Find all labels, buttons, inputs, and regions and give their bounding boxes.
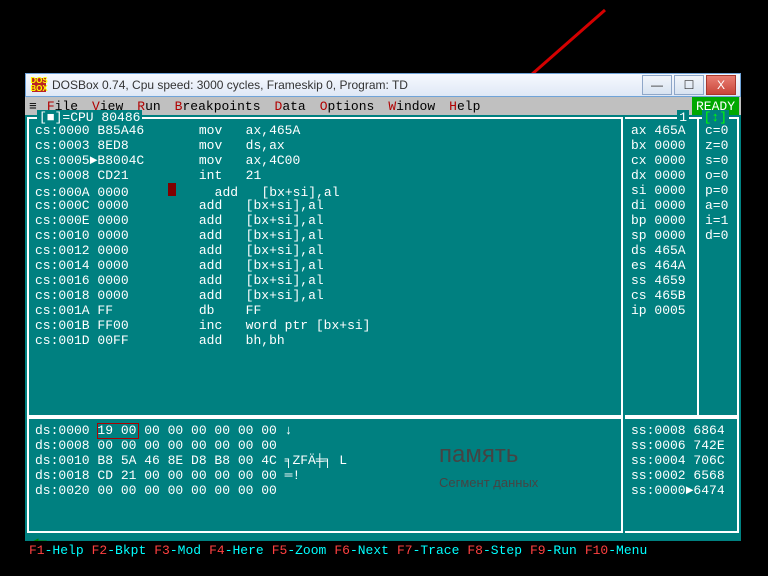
flags-pane[interactable]: [↕] c=0z=0s=0o=0p=0a=0i=1d=0	[699, 117, 739, 417]
flag-s[interactable]: s=0	[705, 153, 731, 168]
stack-row[interactable]: ss:0002 6568	[631, 468, 731, 483]
flag-a[interactable]: a=0	[705, 198, 731, 213]
asm-row[interactable]: cs:0018 0000 add [bx+si],al	[35, 288, 615, 303]
maximize-button[interactable]: ☐	[674, 75, 704, 95]
reg-di[interactable]: di 0000	[631, 198, 691, 213]
flag-i[interactable]: i=1	[705, 213, 731, 228]
reg-sp[interactable]: sp 0000	[631, 228, 691, 243]
annot-memory: память	[439, 447, 518, 462]
stack-row[interactable]: ss:0008 6864	[631, 423, 731, 438]
fkey-F7[interactable]: F7-Trace	[397, 543, 459, 558]
reg-ds[interactable]: ds 465A	[631, 243, 691, 258]
fkey-F5[interactable]: F5-Zoom	[272, 543, 327, 558]
asm-row[interactable]: cs:0012 0000 add [bx+si],al	[35, 243, 615, 258]
reg-cs[interactable]: cs 465B	[631, 288, 691, 303]
dump-pane[interactable]: ds:0000 19 00 00 00 00 00 00 00 ↓ds:0008…	[27, 417, 623, 533]
flag-d[interactable]: d=0	[705, 228, 731, 243]
stack-row[interactable]: ss:0000►6474	[631, 483, 731, 498]
menu-window[interactable]: Window	[388, 99, 435, 114]
fkey-F2[interactable]: F2-Bkpt	[92, 543, 147, 558]
titlebar[interactable]: DOS BOX DOSBox 0.74, Cpu speed: 3000 cyc…	[25, 73, 741, 97]
cpu-pane[interactable]: [■]=CPU 80486 cs:0000 B85A46 mov ax,465A…	[27, 117, 623, 417]
reg-cx[interactable]: cx 0000	[631, 153, 691, 168]
cursor	[168, 183, 176, 196]
asm-row[interactable]: cs:0005►B8004C mov ax,4C00	[35, 153, 615, 168]
asm-row[interactable]: cs:000A 0000 add [bx+si],al	[35, 183, 615, 198]
asm-row[interactable]: cs:0014 0000 add [bx+si],al	[35, 258, 615, 273]
reg-ss[interactable]: ss 4659	[631, 273, 691, 288]
flags-pane-scroll-icon[interactable]: [↕]	[702, 110, 729, 125]
cpu-pane-num: 1	[677, 110, 689, 125]
menu-data[interactable]: Data	[275, 99, 306, 114]
menu-burger-icon[interactable]: ≡	[29, 99, 37, 114]
registers-pane[interactable]: 1 ax 465Abx 0000cx 0000dx 0000si 0000di …	[625, 117, 699, 417]
reg-bx[interactable]: bx 0000	[631, 138, 691, 153]
flag-z[interactable]: z=0	[705, 138, 731, 153]
annot-segment: Сегмент данных	[439, 475, 538, 490]
close-button[interactable]: X	[706, 75, 736, 95]
fkey-F3[interactable]: F3-Mod	[154, 543, 201, 558]
reg-ax[interactable]: ax 465A	[631, 123, 691, 138]
reg-si[interactable]: si 0000	[631, 183, 691, 198]
asm-row[interactable]: cs:001B FF00 inc word ptr [bx+si]	[35, 318, 615, 333]
menu-options[interactable]: Options	[320, 99, 375, 114]
cpu-pane-title: [■]=CPU 80486	[37, 110, 142, 125]
fkey-F6[interactable]: F6-Next	[334, 543, 389, 558]
asm-row[interactable]: cs:000C 0000 add [bx+si],al	[35, 198, 615, 213]
fkey-F1[interactable]: F1-Help	[29, 543, 84, 558]
asm-row[interactable]: cs:0016 0000 add [bx+si],al	[35, 273, 615, 288]
fkey-F9[interactable]: F9-Run	[530, 543, 577, 558]
dosbox-icon: DOS BOX	[32, 78, 46, 92]
asm-row[interactable]: cs:001D 00FF add bh,bh	[35, 333, 615, 348]
reg-bp[interactable]: bp 0000	[631, 213, 691, 228]
window-title: DOSBox 0.74, Cpu speed: 3000 cycles, Fra…	[52, 78, 408, 93]
asm-row[interactable]: cs:0000 B85A46 mov ax,465A	[35, 123, 615, 138]
fkey-F4[interactable]: F4-Here	[209, 543, 264, 558]
fkey-F10[interactable]: F10-Menu	[585, 543, 647, 558]
asm-row[interactable]: cs:0003 8ED8 mov ds,ax	[35, 138, 615, 153]
flag-o[interactable]: o=0	[705, 168, 731, 183]
fkey-F8[interactable]: F8-Step	[467, 543, 522, 558]
asm-row[interactable]: cs:001A FF db FF	[35, 303, 615, 318]
dump-row[interactable]: ds:0000 19 00 00 00 00 00 00 00 ↓	[35, 423, 615, 438]
flag-c[interactable]: c=0	[705, 123, 731, 138]
stack-pane[interactable]: ss:0008 6864ss:0006 742Ess:0004 706Css:0…	[625, 417, 739, 533]
minimize-button[interactable]: —	[642, 75, 672, 95]
reg-dx[interactable]: dx 0000	[631, 168, 691, 183]
stack-row[interactable]: ss:0004 706C	[631, 453, 731, 468]
asm-row[interactable]: cs:000E 0000 add [bx+si],al	[35, 213, 615, 228]
reg-es[interactable]: es 464A	[631, 258, 691, 273]
reg-ip[interactable]: ip 0005	[631, 303, 691, 318]
terminal: ≡ FileViewRunBreakpointsDataOptionsWindo…	[25, 97, 741, 559]
menu-breakpoints[interactable]: Breakpoints	[175, 99, 261, 114]
asm-row[interactable]: cs:0008 CD21 int 21	[35, 168, 615, 183]
asm-row[interactable]: cs:0010 0000 add [bx+si],al	[35, 228, 615, 243]
stack-row[interactable]: ss:0006 742E	[631, 438, 731, 453]
flag-p[interactable]: p=0	[705, 183, 731, 198]
function-key-bar: F1-Help F2-Bkpt F3-Mod F4-Here F5-Zoom F6-Nex…	[25, 541, 745, 559]
dump-row[interactable]: ds:0010 B8 5A 46 8E D8 B8 00 4C ╕ZFÄ╪╕ L	[35, 453, 615, 468]
menu-help[interactable]: Help	[449, 99, 480, 114]
dump-row[interactable]: ds:0008 00 00 00 00 00 00 00 00	[35, 438, 615, 453]
